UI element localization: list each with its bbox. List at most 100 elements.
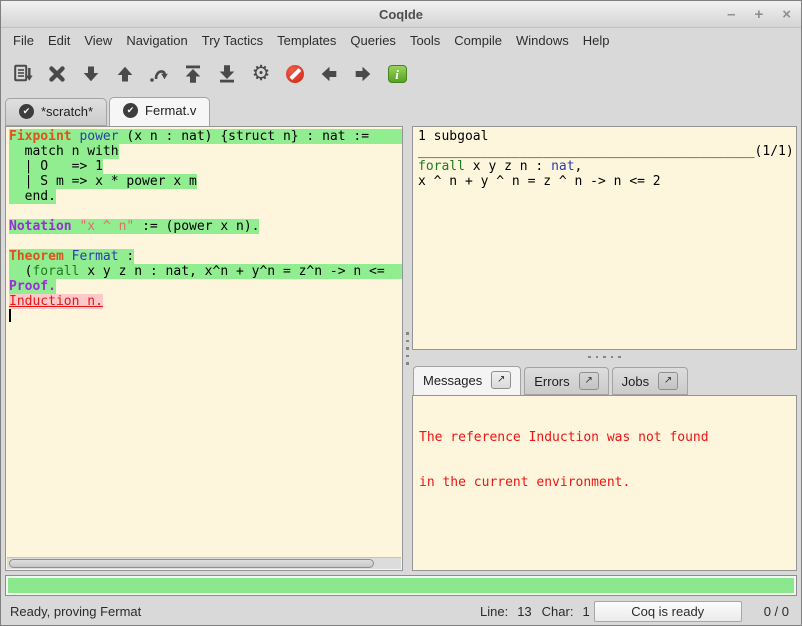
menu-windows[interactable]: Windows (509, 30, 576, 51)
menu-navigation[interactable]: Navigation (119, 30, 194, 51)
right-column: 1 subgoal_______________________________… (412, 126, 797, 571)
step-backward-button[interactable] (108, 57, 142, 91)
grip-dot (406, 347, 409, 350)
arrow-right-icon (352, 63, 374, 85)
arrow-up-bar-icon (182, 63, 204, 85)
grip-dot (406, 332, 409, 335)
detach-icon[interactable] (658, 372, 678, 390)
grip-dot (406, 362, 409, 365)
code-line: 1 subgoal (418, 129, 791, 144)
char-value: 1 (582, 604, 589, 619)
script-code[interactable]: Fixpoint power (x n : nat) {struct n} : … (9, 129, 402, 556)
code-line: ________________________________________… (418, 144, 791, 159)
arrow-up-icon (114, 63, 136, 85)
tab-fermat[interactable]: Fermat.v (109, 97, 210, 126)
checkmark-icon (123, 103, 138, 118)
interrupt-button[interactable] (278, 57, 312, 91)
menu-view[interactable]: View (77, 30, 119, 51)
main-area: Fixpoint power (x n : nat) {struct n} : … (1, 126, 801, 571)
code-line (9, 204, 402, 219)
info-bubble-icon (388, 65, 407, 83)
code-line: Proof. (9, 279, 402, 294)
code-line: Notation "x ^ n" := (power x n). (9, 219, 402, 234)
code-line: Fixpoint power (x n : nat) {struct n} : … (9, 129, 402, 144)
no-entry-icon (286, 65, 304, 83)
error-message-line: The reference Induction was not found (419, 430, 790, 445)
step-forward-button[interactable] (74, 57, 108, 91)
menu-bar: File Edit View Navigation Try Tactics Te… (1, 28, 801, 53)
gear-icon (252, 63, 271, 85)
menu-queries[interactable]: Queries (343, 30, 403, 51)
fully-check-button[interactable] (244, 57, 278, 91)
about-button[interactable] (380, 57, 414, 91)
menu-help[interactable]: Help (576, 30, 617, 51)
grip-dot (618, 356, 621, 359)
stop-button[interactable] (40, 57, 74, 91)
save-icon (12, 63, 34, 85)
horizontal-scrollbar[interactable] (7, 557, 401, 569)
grip-dot (596, 356, 599, 359)
tab-messages[interactable]: Messages (413, 366, 521, 395)
script-editor-pane[interactable]: Fixpoint power (x n : nat) {struct n} : … (5, 126, 403, 571)
grip-dot (406, 340, 409, 343)
checkmark-icon (19, 104, 34, 119)
menu-edit[interactable]: Edit (41, 30, 77, 51)
code-line: Induction n. (9, 294, 402, 309)
window-controls: – + × (727, 1, 791, 27)
horizontal-splitter[interactable] (412, 350, 797, 364)
menu-tools[interactable]: Tools (403, 30, 447, 51)
tab-errors[interactable]: Errors (524, 367, 608, 395)
vertical-splitter[interactable] (403, 126, 412, 571)
goals-pane[interactable]: 1 subgoal_______________________________… (412, 126, 797, 350)
code-line: x ^ n + y ^ n = z ^ n -> n <= 2 (418, 174, 791, 189)
maximize-icon[interactable]: + (754, 7, 763, 22)
detach-icon[interactable] (579, 372, 599, 390)
status-message: Ready, proving Fermat (10, 604, 470, 619)
line-label: Line: (480, 604, 508, 619)
scrollbar-thumb[interactable] (9, 559, 374, 568)
code-line: forall x y z n : nat, (418, 159, 791, 174)
code-line: (forall x y z n : nat, x^n + y^n = z^n -… (9, 264, 402, 279)
code-line: end. (9, 189, 402, 204)
grip-dot (406, 355, 409, 358)
tab-label: *scratch* (41, 104, 93, 119)
console-notebook: Messages Errors Jobs The reference Induc… (412, 364, 797, 571)
window-title: CoqIde (379, 7, 423, 22)
tab-label: Fermat.v (145, 103, 196, 118)
go-to-end-button[interactable] (210, 57, 244, 91)
code-line: | S m => x * power x m (9, 174, 402, 189)
code-line: match n with (9, 144, 402, 159)
go-to-cursor-button[interactable] (142, 57, 176, 91)
char-label: Char: (542, 604, 574, 619)
arrow-down-bar-icon (216, 63, 238, 85)
minimize-icon[interactable]: – (727, 7, 735, 22)
menu-try-tactics[interactable]: Try Tactics (195, 30, 270, 51)
coq-status-button[interactable]: Coq is ready (594, 601, 742, 622)
arrow-left-icon (318, 63, 340, 85)
title-bar[interactable]: CoqIde – + × (1, 1, 801, 28)
toolbar (1, 53, 801, 95)
grip-dot (603, 356, 606, 359)
tab-label: Messages (423, 373, 482, 388)
messages-pane[interactable]: The reference Induction was not found in… (412, 395, 797, 571)
document-tab-bar: *scratch* Fermat.v (1, 95, 801, 126)
menu-compile[interactable]: Compile (447, 30, 509, 51)
menu-templates[interactable]: Templates (270, 30, 343, 51)
status-bar: Ready, proving Fermat Line: 13 Char: 1 C… (1, 598, 801, 625)
next-button[interactable] (346, 57, 380, 91)
save-button[interactable] (6, 57, 40, 91)
close-icon[interactable]: × (782, 7, 791, 22)
go-to-start-button[interactable] (176, 57, 210, 91)
tab-jobs[interactable]: Jobs (612, 367, 688, 395)
tab-scratch[interactable]: *scratch* (5, 98, 107, 126)
jump-to-cursor-icon (148, 63, 170, 85)
progress-row (1, 571, 801, 598)
arrow-down-icon (80, 63, 102, 85)
detach-icon[interactable] (491, 371, 511, 389)
coqide-window: CoqIde – + × File Edit View Navigation T… (0, 0, 802, 626)
menu-file[interactable]: File (6, 30, 41, 51)
text-cursor (9, 309, 11, 322)
progress-bar (5, 575, 797, 596)
sentence-counter: 0 / 0 (764, 604, 789, 619)
previous-button[interactable] (312, 57, 346, 91)
